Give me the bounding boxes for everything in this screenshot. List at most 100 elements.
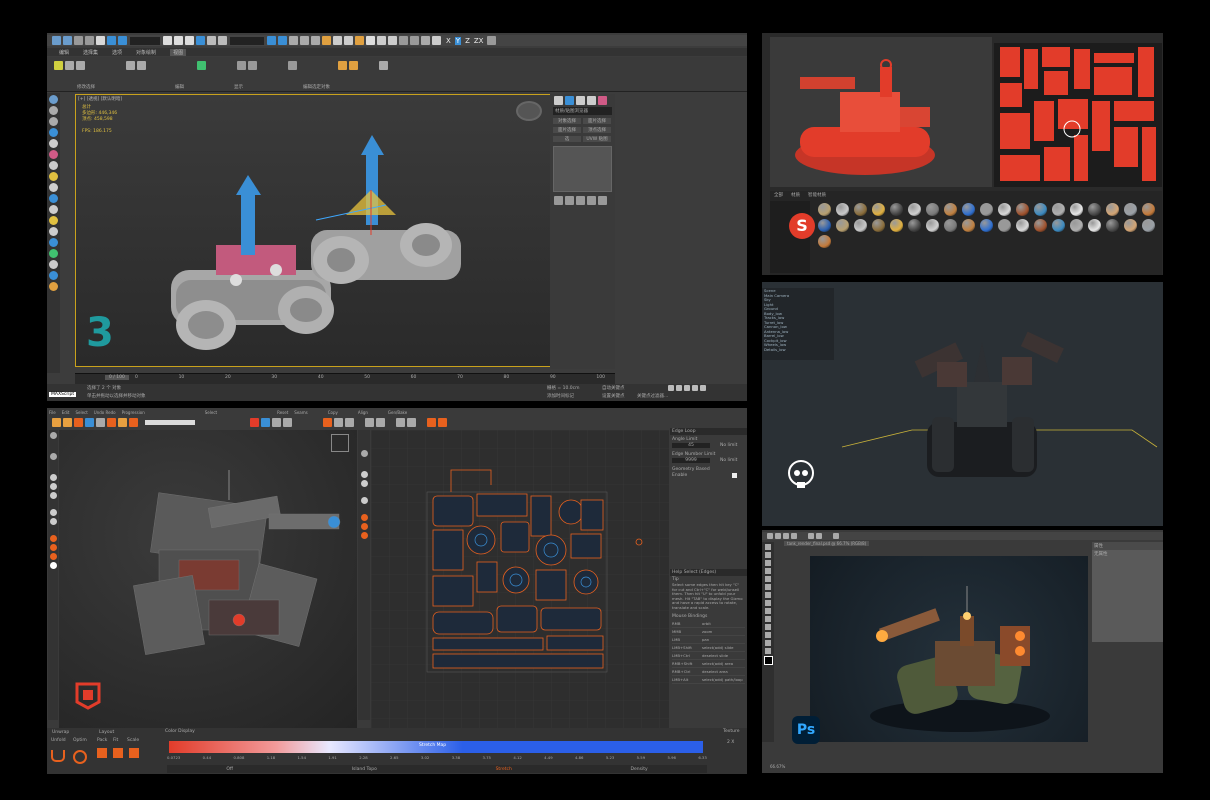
material-swatch[interactable] bbox=[1124, 219, 1137, 232]
left-tool-6-icon[interactable] bbox=[49, 150, 58, 159]
rizom-cut-icon[interactable] bbox=[334, 417, 343, 427]
ribbon-tab-selection[interactable]: 选择集 bbox=[83, 49, 98, 56]
axis-x-button[interactable]: X bbox=[446, 37, 451, 45]
show-end-icon[interactable] bbox=[565, 196, 574, 205]
display-mode-off[interactable]: Off bbox=[226, 767, 233, 772]
enable-checkbox[interactable] bbox=[732, 473, 737, 478]
select-region-icon[interactable] bbox=[107, 36, 116, 45]
ps-tool-type-icon[interactable] bbox=[765, 632, 771, 638]
left-tool-16-icon[interactable] bbox=[49, 260, 58, 269]
material-swatch[interactable] bbox=[1016, 219, 1029, 232]
ribbon-shrink-icon[interactable] bbox=[76, 61, 85, 70]
rizom-gen-icon[interactable] bbox=[438, 417, 447, 427]
display-mode-island-topo[interactable]: Island Topo bbox=[352, 767, 377, 772]
material-swatch[interactable] bbox=[962, 203, 975, 216]
ribbon-ring-icon[interactable] bbox=[137, 61, 146, 70]
unlink-icon[interactable] bbox=[85, 36, 94, 45]
ps-tool-lasso-icon[interactable] bbox=[765, 560, 771, 566]
rizom-uv-tool-icon[interactable] bbox=[360, 480, 368, 487]
rizom-export-icon[interactable] bbox=[85, 417, 94, 427]
left-tool-18-icon[interactable] bbox=[49, 282, 58, 291]
material-swatch[interactable] bbox=[980, 219, 993, 232]
auto-key-button[interactable]: 自动关键点 bbox=[602, 385, 625, 391]
rizom-uv-tool-icon[interactable] bbox=[360, 523, 368, 530]
rizom-3d-tool-icon[interactable] bbox=[49, 544, 57, 551]
material-swatch[interactable] bbox=[944, 219, 957, 232]
left-tool-8-icon[interactable] bbox=[49, 172, 58, 181]
left-tool-15-icon[interactable] bbox=[49, 249, 58, 258]
rizom-deselect-icon[interactable] bbox=[250, 417, 259, 427]
rizom-menu-undo-redo[interactable]: Undo Redo bbox=[94, 410, 116, 415]
rizom-3d-tool-icon[interactable] bbox=[49, 432, 57, 439]
ribbon-paint-icon[interactable] bbox=[197, 61, 206, 70]
ps-foreground-color[interactable] bbox=[763, 656, 773, 665]
axis-zx-button[interactable]: ZX bbox=[474, 37, 484, 45]
rizom-bake-icon[interactable] bbox=[427, 417, 436, 427]
material-swatch[interactable] bbox=[818, 235, 831, 248]
rizom-uv-tool-icon[interactable] bbox=[360, 450, 368, 457]
move-icon[interactable] bbox=[163, 36, 172, 45]
rizom-uv-tool-icon[interactable] bbox=[360, 497, 368, 504]
ribbon-tab-options[interactable]: 选项 bbox=[112, 49, 122, 56]
pack-button[interactable] bbox=[97, 748, 107, 758]
ps-3d-icon[interactable] bbox=[833, 533, 839, 539]
pivot-icon[interactable] bbox=[218, 36, 227, 45]
snap-icon[interactable] bbox=[410, 36, 419, 45]
selection-filter-dropdown[interactable] bbox=[130, 36, 160, 45]
left-tool-9-icon[interactable] bbox=[49, 183, 58, 192]
panel-button-1[interactable]: 对象选择 bbox=[553, 118, 581, 124]
undo-icon[interactable] bbox=[52, 36, 61, 45]
angle-no-limit[interactable]: No limit bbox=[720, 443, 737, 448]
left-tool-2-icon[interactable] bbox=[49, 106, 58, 115]
rizom-reset-icon[interactable] bbox=[323, 417, 332, 427]
configure-icon[interactable] bbox=[598, 196, 607, 205]
set-key-button[interactable]: 设置关键点 bbox=[602, 393, 625, 399]
rizom-load-icon[interactable] bbox=[74, 417, 83, 427]
material-swatch[interactable] bbox=[1034, 219, 1047, 232]
ps-tool-zoom-icon[interactable] bbox=[765, 648, 771, 654]
rizom-menu-genbake[interactable]: Gen/Bake bbox=[388, 410, 407, 415]
material-swatch[interactable] bbox=[890, 219, 903, 232]
shelf-tab-smart-materials[interactable]: 智能材质 bbox=[808, 192, 826, 198]
rizom-undo-icon[interactable] bbox=[107, 417, 116, 427]
shelf-tab-all[interactable]: 全部 bbox=[774, 192, 783, 198]
ribbon-chamfer-icon[interactable] bbox=[349, 61, 358, 70]
ps-home-icon[interactable] bbox=[767, 533, 773, 539]
left-tool-14-icon[interactable] bbox=[49, 238, 58, 247]
max-perspective-viewport[interactable]: [+] [透视] [默认明暗] 总计 多边形: 446,346 顶点: 458,… bbox=[75, 94, 551, 367]
cloth-icon[interactable] bbox=[388, 36, 397, 45]
ps-canvas[interactable] bbox=[810, 556, 1088, 742]
rizom-3d-viewcube[interactable] bbox=[331, 434, 349, 452]
more-icon[interactable] bbox=[487, 36, 497, 45]
ribbon-tab-object-paint[interactable]: 对象绘制 bbox=[136, 49, 156, 56]
ribbon-connect-icon[interactable] bbox=[288, 61, 297, 70]
rizom-stop-icon[interactable] bbox=[129, 417, 138, 427]
material-swatch[interactable] bbox=[854, 203, 867, 216]
rizom-uv-tool-icon[interactable] bbox=[360, 532, 368, 539]
close-icon[interactable] bbox=[432, 36, 441, 45]
help-header[interactable]: Help Select (Edges) bbox=[670, 569, 747, 576]
panel-button-2[interactable]: 面片选择 bbox=[583, 118, 611, 124]
texture-value[interactable]: 2 X bbox=[727, 740, 734, 745]
material-swatch[interactable] bbox=[1070, 203, 1083, 216]
redo-icon[interactable] bbox=[63, 36, 72, 45]
material-swatch[interactable] bbox=[1088, 219, 1101, 232]
ps-move-icon[interactable] bbox=[775, 533, 781, 539]
max-timeline[interactable]: 0 / 100 0 10 20 30 40 50 60 70 80 90 100 bbox=[75, 373, 615, 384]
ribbon-grow-icon[interactable] bbox=[65, 61, 74, 70]
goto-start-icon[interactable] bbox=[668, 385, 674, 391]
rotate-icon[interactable] bbox=[174, 36, 183, 45]
time-slider[interactable]: 0 / 100 bbox=[105, 375, 129, 380]
display-mode-stretch[interactable]: Stretch bbox=[496, 767, 512, 772]
panel-button-4[interactable]: 顶点选择 bbox=[583, 127, 611, 133]
mirror-icon[interactable] bbox=[267, 36, 276, 45]
ribbon-extrude-icon[interactable] bbox=[379, 61, 388, 70]
ps-tool-marquee-icon[interactable] bbox=[765, 552, 771, 558]
texture-header[interactable]: Texture bbox=[723, 729, 739, 734]
material-swatch[interactable] bbox=[1070, 219, 1083, 232]
link-icon[interactable] bbox=[74, 36, 83, 45]
scene-outliner[interactable]: Scene Main Camera Sky Light Ground Body_… bbox=[762, 288, 834, 360]
rizom-grow-icon[interactable] bbox=[283, 417, 292, 427]
material-swatch[interactable] bbox=[836, 219, 849, 232]
material-swatch[interactable] bbox=[1106, 203, 1119, 216]
